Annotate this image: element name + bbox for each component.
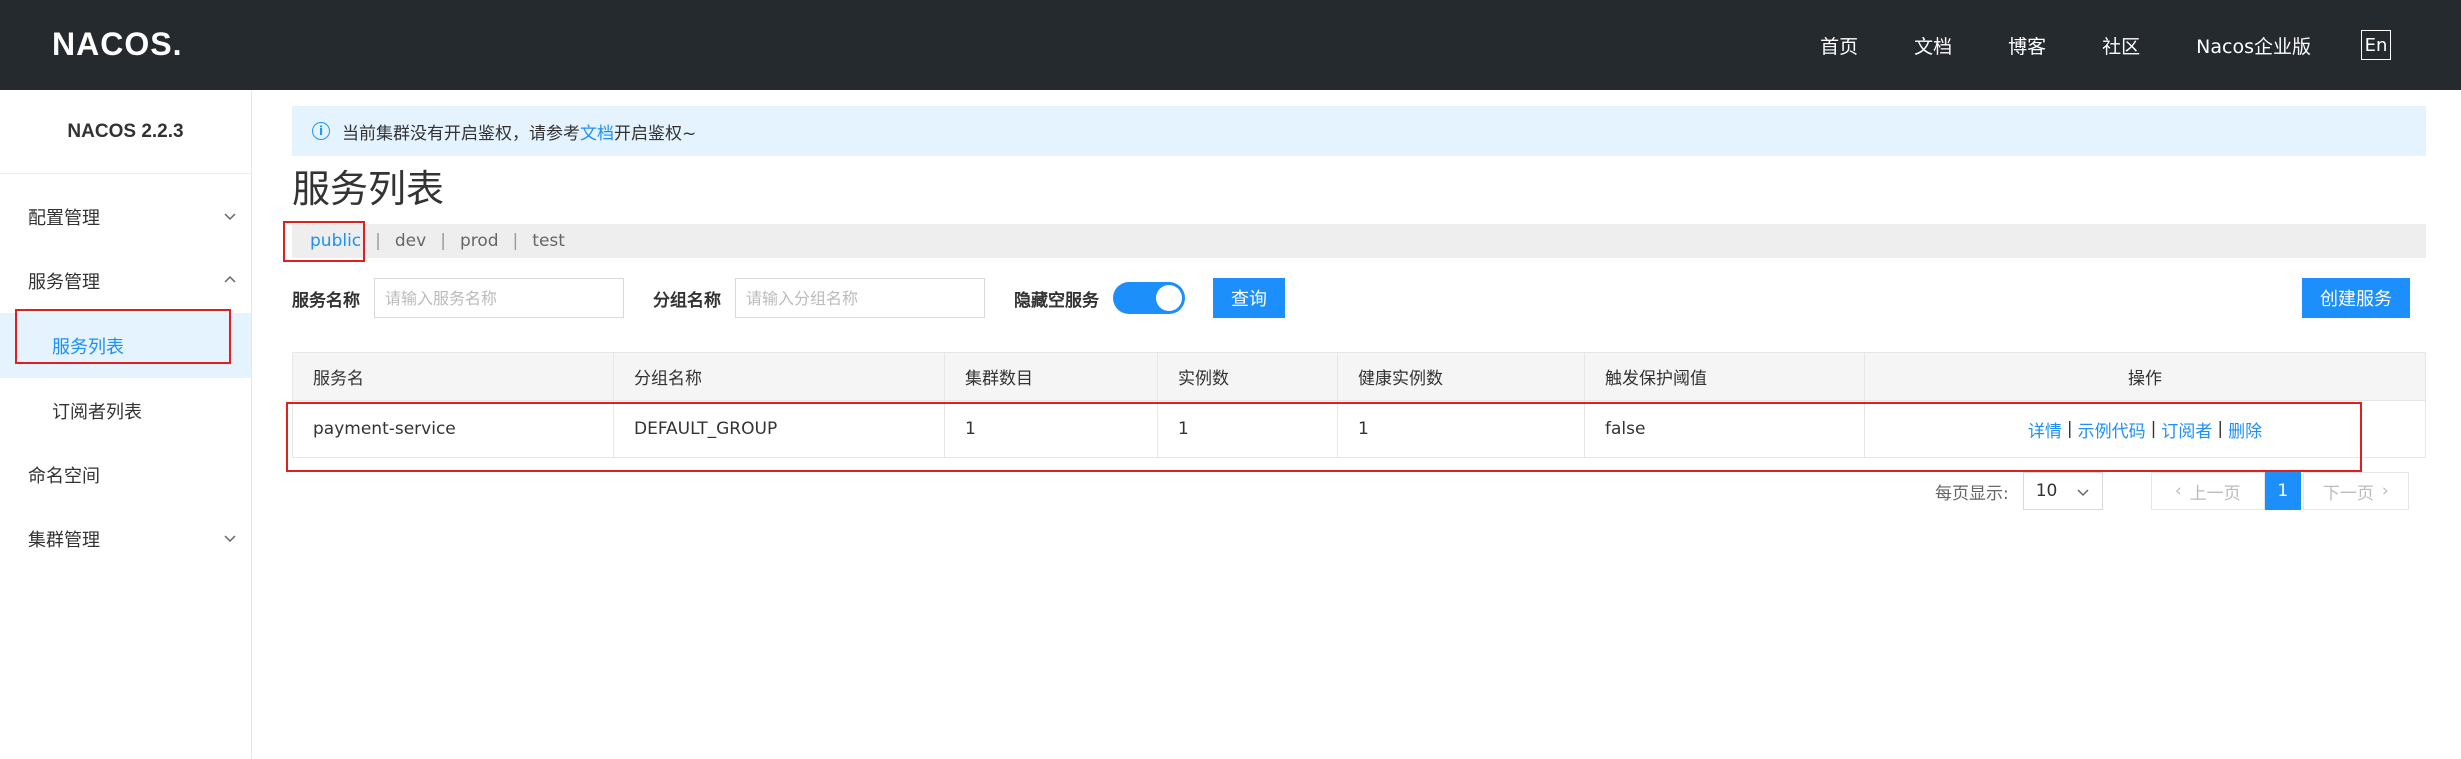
tab-namespace-test[interactable]: test <box>532 231 565 251</box>
top-nav: 首页 文档 博客 社区 Nacos企业版 En <box>1764 0 2391 90</box>
table-header: 服务名 分组名称 集群数目 实例数 健康实例数 触发保护阈值 操作 <box>293 353 2425 401</box>
chevron-left-icon: ‹ <box>2174 481 2182 501</box>
cell-healthy-count: 1 <box>1338 401 1585 457</box>
sidebar-item-service-management[interactable]: 服务管理 <box>0 249 251 313</box>
subscribers-link[interactable]: 订阅者 <box>2161 417 2212 442</box>
column-header: 分组名称 <box>614 353 945 400</box>
sidebar-item-label: 服务管理 <box>28 272 100 293</box>
language-toggle-button[interactable]: En <box>2361 30 2391 60</box>
column-header: 实例数 <box>1158 353 1338 400</box>
namespace-separator: | <box>375 231 381 251</box>
sidebar-item-config-management[interactable]: 配置管理 <box>0 185 251 249</box>
page-title: 服务列表 <box>292 167 445 211</box>
sidebar-item-service-list[interactable]: 服务列表 <box>0 313 251 378</box>
action-separator: | <box>2066 419 2073 439</box>
page-size-value: 10 <box>2035 481 2058 501</box>
notice-docs-link[interactable]: 文档 <box>580 119 614 144</box>
service-name-label: 服务名称 <box>292 290 360 311</box>
cell-threshold: false <box>1585 401 1865 457</box>
nav-blog[interactable]: 博客 <box>2008 32 2046 59</box>
hide-empty-toggle[interactable] <box>1113 282 1185 314</box>
query-button[interactable]: 查询 <box>1213 278 1285 318</box>
action-separator: | <box>2217 419 2224 439</box>
service-name-filter: 服务名称 <box>292 277 624 319</box>
info-icon: i <box>312 122 330 140</box>
sample-code-link[interactable]: 示例代码 <box>2078 417 2146 442</box>
group-name-input[interactable] <box>735 278 985 318</box>
tab-namespace-prod[interactable]: prod <box>460 231 499 251</box>
nav-community[interactable]: 社区 <box>2102 32 2140 59</box>
sidebar-item-cluster-management[interactable]: 集群管理 <box>0 507 251 571</box>
tab-namespace-public[interactable]: public <box>310 231 361 251</box>
column-header: 触发保护阈值 <box>1585 353 1865 400</box>
next-page-button[interactable]: 下一页 › <box>2302 472 2409 510</box>
page-number-current[interactable]: 1 <box>2264 472 2301 510</box>
namespace-tabs: public | dev | prod | test <box>292 224 2426 258</box>
column-header: 服务名 <box>293 353 614 400</box>
sidebar-item-label: 命名空间 <box>28 466 100 487</box>
nav-docs[interactable]: 文档 <box>1914 32 1952 59</box>
notice-text-suffix: 开启鉴权~ <box>614 123 697 144</box>
column-header: 集群数目 <box>945 353 1158 400</box>
page-size-label: 每页显示: <box>1935 483 2009 504</box>
toggle-knob <box>1156 285 1182 311</box>
namespace-separator: | <box>512 231 519 251</box>
cell-instance-count: 1 <box>1158 401 1338 457</box>
auth-notice-banner: i 当前集群没有开启鉴权，请参考 文档 开启鉴权~ <box>292 106 2426 156</box>
tab-namespace-dev[interactable]: dev <box>395 231 426 251</box>
detail-link[interactable]: 详情 <box>2028 417 2062 442</box>
service-name-input[interactable] <box>374 278 624 318</box>
chevron-right-icon: › <box>2381 481 2389 501</box>
cell-actions: 详情 | 示例代码 | 订阅者 | 删除 <box>1865 401 2425 457</box>
column-header: 操作 <box>2128 369 2162 389</box>
sidebar: NACOS 2.2.3 配置管理 服务管理 服务列表 订阅者列表 命名空间 集群… <box>0 90 252 759</box>
pagination: 每页显示: 10 ‹ 上一页 1 下一页 › <box>1935 472 2409 510</box>
query-area: 查询 <box>1213 277 1285 319</box>
notice-text-prefix: 当前集群没有开启鉴权，请参考 <box>342 123 580 144</box>
cell-service-name: payment-service <box>293 401 614 457</box>
service-table: 服务名 分组名称 集群数目 实例数 健康实例数 触发保护阈值 操作 paymen… <box>292 352 2426 458</box>
prev-page-label: 上一页 <box>2189 483 2241 504</box>
sidebar-item-namespace[interactable]: 命名空间 <box>0 443 251 507</box>
nacos-logo[interactable]: NACOS. <box>52 26 182 63</box>
chevron-down-icon <box>224 213 236 221</box>
chevron-down-icon <box>224 535 236 543</box>
cell-cluster-count: 1 <box>945 401 1158 457</box>
hide-empty-filter: 隐藏空服务 <box>1014 277 1185 319</box>
sidebar-item-label: 配置管理 <box>28 208 100 229</box>
action-separator: | <box>2150 419 2157 439</box>
group-name-filter: 分组名称 <box>653 277 985 319</box>
group-name-label: 分组名称 <box>653 290 721 311</box>
hide-empty-label: 隐藏空服务 <box>1014 290 1099 311</box>
create-service-button[interactable]: 创建服务 <box>2302 278 2410 318</box>
nav-enterprise[interactable]: Nacos企业版 <box>2196 32 2311 59</box>
create-area: 创建服务 <box>2302 277 2410 319</box>
page-size-select[interactable]: 10 <box>2022 472 2103 510</box>
chevron-down-icon <box>2077 489 2089 497</box>
sidebar-item-label: 集群管理 <box>28 530 100 551</box>
next-page-label: 下一页 <box>2322 483 2374 504</box>
cell-group-name: DEFAULT_GROUP <box>614 401 945 457</box>
table-row: payment-service DEFAULT_GROUP 1 1 1 fals… <box>293 401 2425 457</box>
prev-page-button[interactable]: ‹ 上一页 <box>2150 472 2265 510</box>
chevron-up-icon <box>224 275 236 283</box>
nav-home[interactable]: 首页 <box>1820 32 1858 59</box>
namespace-separator: | <box>440 231 446 251</box>
delete-link[interactable]: 删除 <box>2228 417 2262 442</box>
top-header: NACOS. 首页 文档 博客 社区 Nacos企业版 En <box>0 0 2461 90</box>
version-label: NACOS 2.2.3 <box>0 90 251 174</box>
sidebar-item-subscriber-list[interactable]: 订阅者列表 <box>0 378 251 443</box>
column-header: 健康实例数 <box>1338 353 1585 400</box>
